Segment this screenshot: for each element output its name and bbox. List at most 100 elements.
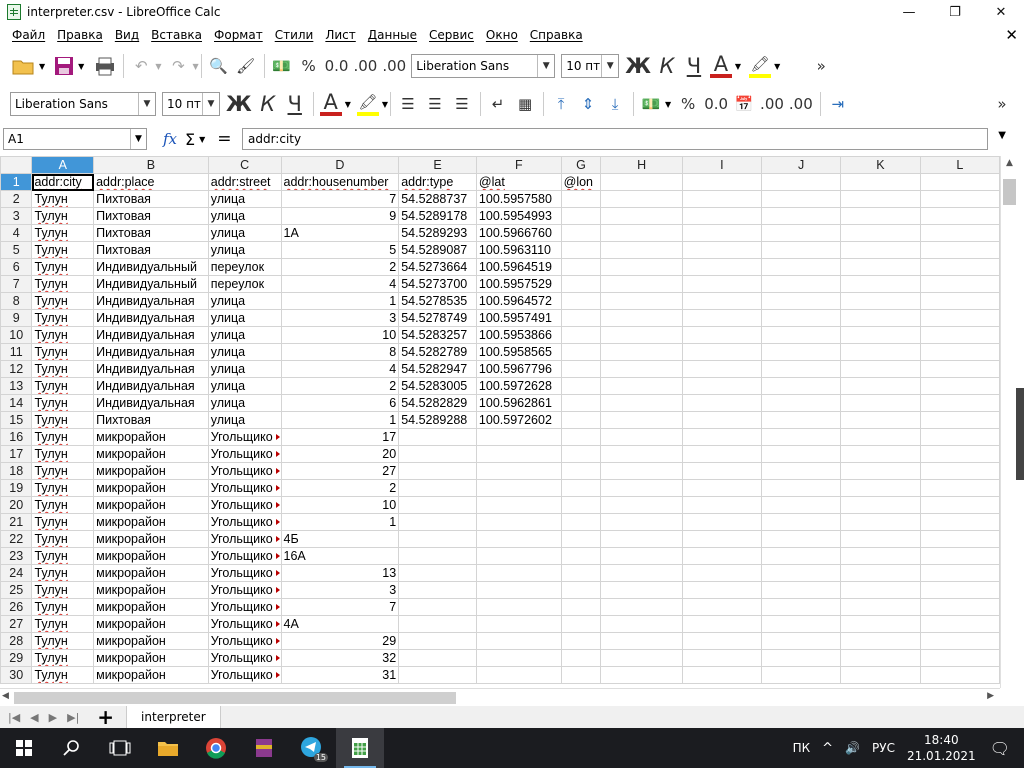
cell[interactable] — [398, 666, 477, 684]
cell[interactable]: микрорайон — [93, 428, 209, 446]
cell[interactable] — [560, 224, 602, 242]
prev-sheet-icon[interactable]: ◀ — [30, 711, 38, 724]
sum-dropdown-icon[interactable]: ▼ — [199, 135, 205, 144]
cell[interactable]: 54.5282829 — [398, 394, 477, 412]
cell[interactable] — [760, 581, 842, 599]
cell[interactable] — [919, 411, 1000, 429]
cell[interactable]: Тулун — [31, 411, 95, 429]
cell[interactable]: 32 — [280, 649, 400, 667]
underline-button-2[interactable]: Ч — [284, 90, 306, 118]
cell[interactable] — [600, 530, 683, 548]
row-header[interactable]: 27 — [0, 615, 33, 633]
cell[interactable] — [919, 547, 1000, 565]
cell[interactable] — [760, 190, 842, 208]
cell[interactable] — [840, 326, 921, 344]
menu-edit[interactable]: Правка — [51, 24, 109, 46]
cell[interactable]: Угольщико — [207, 513, 282, 531]
cell[interactable]: микрорайон — [93, 632, 209, 650]
cell[interactable] — [681, 411, 762, 429]
cell[interactable] — [600, 547, 683, 565]
cell[interactable] — [760, 598, 842, 616]
notifications-icon[interactable]: 🗨 — [990, 739, 1010, 758]
cell[interactable] — [398, 547, 477, 565]
cell[interactable]: Тулун — [31, 530, 95, 548]
cell[interactable]: 54.5273700 — [398, 275, 477, 293]
cell[interactable] — [840, 173, 921, 191]
delete-decimal-button-2[interactable]: .00 — [789, 90, 813, 118]
cell[interactable]: Угольщико — [207, 445, 282, 463]
cell[interactable] — [600, 173, 683, 191]
cell[interactable] — [681, 258, 762, 276]
cell[interactable] — [840, 564, 921, 582]
cell[interactable]: 100.5957529 — [475, 275, 562, 293]
cell[interactable]: улица — [207, 190, 282, 208]
cell[interactable]: улица — [207, 207, 282, 225]
cell[interactable] — [600, 649, 683, 667]
cell[interactable] — [681, 496, 762, 514]
cell[interactable]: Тулун — [31, 275, 95, 293]
cell[interactable]: Индивидуальная — [93, 309, 209, 327]
cell[interactable] — [560, 241, 602, 259]
cell[interactable]: Угольщико — [207, 666, 282, 684]
cell[interactable] — [475, 496, 562, 514]
cell[interactable] — [681, 564, 762, 582]
cell[interactable] — [681, 428, 762, 446]
cell[interactable] — [919, 292, 1000, 310]
row-header[interactable]: 9 — [0, 309, 33, 327]
cell[interactable]: 17 — [280, 428, 400, 446]
cell[interactable] — [560, 530, 602, 548]
cell[interactable] — [840, 224, 921, 242]
chevron-down-icon[interactable]: ▼ — [601, 55, 618, 77]
cell[interactable]: Тулун — [31, 394, 95, 412]
column-header[interactable]: L — [919, 156, 1000, 174]
cell[interactable] — [681, 462, 762, 480]
column-header[interactable]: C — [207, 156, 282, 174]
cell[interactable]: @lon — [560, 173, 602, 191]
winrar-icon[interactable] — [240, 728, 288, 768]
cell[interactable]: 100.5954993 — [475, 207, 562, 225]
cell[interactable] — [681, 309, 762, 327]
show-hidden-icons-icon[interactable]: ^ — [822, 741, 833, 756]
chevron-down-icon[interactable]: ▼ — [138, 93, 155, 115]
cell[interactable] — [919, 666, 1000, 684]
cell[interactable] — [560, 309, 602, 327]
cell[interactable] — [560, 343, 602, 361]
cell[interactable] — [760, 445, 842, 463]
cell[interactable] — [560, 326, 602, 344]
cell[interactable]: 54.5289087 — [398, 241, 477, 259]
font-color-dropdown-icon-2[interactable]: ▼ — [345, 100, 351, 109]
cell[interactable]: 10 — [280, 326, 400, 344]
column-header[interactable]: D — [280, 156, 400, 174]
cell[interactable] — [600, 377, 683, 395]
cell[interactable] — [560, 581, 602, 599]
italic-button-2[interactable]: К — [257, 90, 279, 118]
task-view-icon[interactable] — [96, 728, 144, 768]
telegram-icon[interactable]: 15 — [288, 728, 336, 768]
cell[interactable] — [840, 360, 921, 378]
print-icon[interactable] — [94, 52, 116, 80]
cell[interactable] — [600, 343, 683, 361]
cell[interactable]: 100.5957580 — [475, 190, 562, 208]
sheet-tab-interpreter[interactable]: interpreter — [126, 706, 221, 728]
cell[interactable] — [475, 649, 562, 667]
cell[interactable] — [475, 513, 562, 531]
cell[interactable] — [681, 326, 762, 344]
cell[interactable] — [475, 632, 562, 650]
cell[interactable] — [840, 309, 921, 327]
cell[interactable]: улица — [207, 343, 282, 361]
cell[interactable]: Тулун — [31, 343, 95, 361]
cell[interactable] — [919, 377, 1000, 395]
file-explorer-icon[interactable] — [144, 728, 192, 768]
more-toolbar-button[interactable]: » — [810, 52, 832, 80]
name-box[interactable]: A1 ▼ — [3, 128, 147, 150]
cell[interactable]: Тулун — [31, 581, 95, 599]
align-middle-icon[interactable]: ⇕ — [577, 90, 599, 118]
cell[interactable] — [919, 173, 1000, 191]
percent-format-button[interactable]: % — [298, 52, 320, 80]
cell[interactable]: улица — [207, 326, 282, 344]
column-header[interactable]: H — [600, 156, 683, 174]
clock[interactable]: 18:40 21.01.2021 — [907, 732, 976, 764]
redo-icon[interactable]: ↷ — [167, 52, 189, 80]
cell[interactable]: Угольщико — [207, 649, 282, 667]
cell[interactable]: 4 — [280, 275, 400, 293]
